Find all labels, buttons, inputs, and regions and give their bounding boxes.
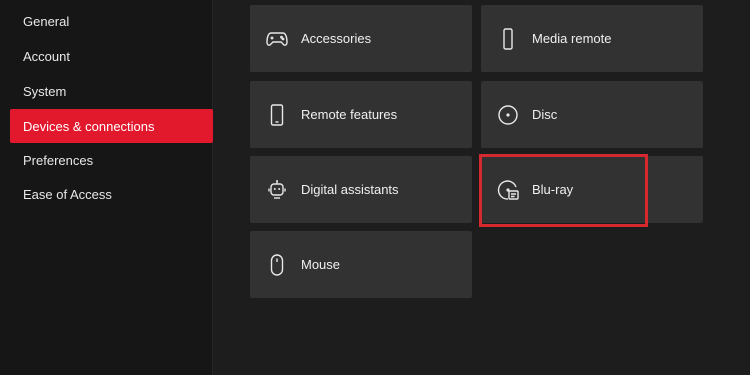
gamepad-icon — [266, 28, 288, 50]
mouse-icon — [266, 253, 288, 276]
tile-label: Digital assistants — [301, 182, 399, 197]
phone-icon — [266, 103, 288, 126]
tile-blu-ray[interactable]: Blu-ray — [481, 156, 703, 223]
disc-icon — [497, 104, 519, 126]
tile-remote-features[interactable]: Remote features — [250, 81, 472, 148]
bluray-icon — [497, 179, 519, 201]
sidebar-item-label: General — [23, 13, 70, 29]
tile-accessories[interactable]: Accessories — [250, 5, 472, 72]
tile-media-remote[interactable]: Media remote — [481, 5, 703, 72]
tile-label: Accessories — [301, 31, 372, 46]
tile-label: Mouse — [301, 257, 341, 272]
sidebar-item-system[interactable]: System — [10, 74, 213, 108]
sidebar-item-devices-connections[interactable]: Devices & connections — [10, 109, 213, 143]
settings-sidebar: General Account System Devices & connect… — [0, 0, 213, 375]
tile-label: Remote features — [301, 107, 398, 122]
sidebar-item-ease-of-access[interactable]: Ease of Access — [10, 177, 213, 211]
tile-label: Media remote — [532, 31, 612, 46]
tile-digital-assistants[interactable]: Digital assistants — [250, 156, 472, 223]
sidebar-item-label: Account — [23, 48, 70, 64]
assistant-icon — [266, 179, 288, 201]
sidebar-item-label: Preferences — [23, 152, 94, 168]
tile-label: Disc — [532, 107, 558, 122]
sidebar-item-preferences[interactable]: Preferences — [10, 143, 213, 177]
sidebar-item-general[interactable]: General — [10, 4, 213, 38]
sidebar-item-label: Ease of Access — [23, 186, 112, 202]
tile-mouse[interactable]: Mouse — [250, 231, 472, 298]
tile-label: Blu-ray — [532, 182, 574, 197]
remote-icon — [497, 27, 519, 50]
settings-screen: General Account System Devices & connect… — [0, 0, 750, 375]
sidebar-item-label: Devices & connections — [23, 118, 155, 134]
tile-disc[interactable]: Disc — [481, 81, 703, 148]
sidebar-item-account[interactable]: Account — [10, 39, 213, 73]
sidebar-item-label: System — [23, 83, 67, 99]
